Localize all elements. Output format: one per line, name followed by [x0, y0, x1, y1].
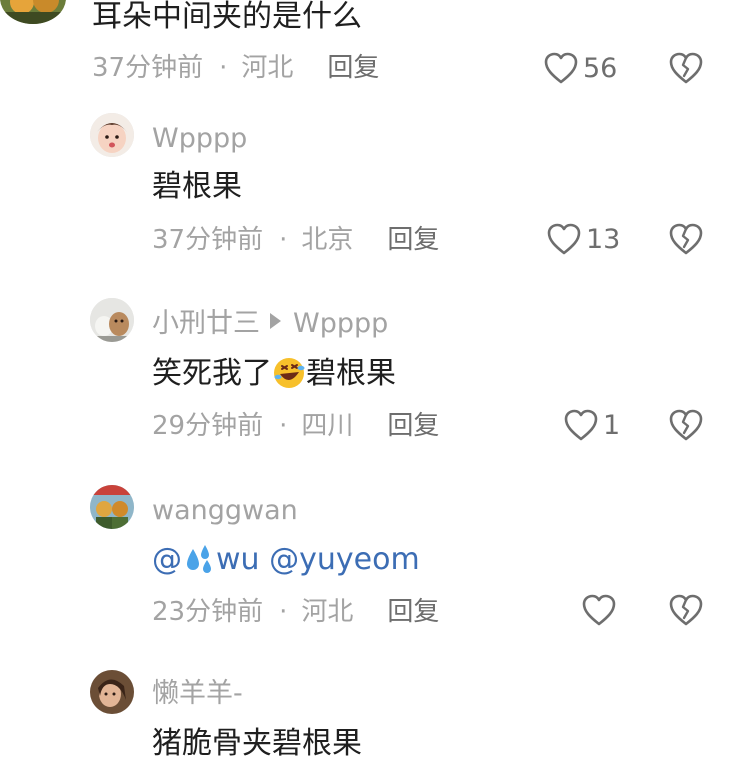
- comment-time: 23分钟前: [152, 597, 264, 627]
- avatar[interactable]: [90, 485, 134, 529]
- like-button[interactable]: 1: [563, 408, 620, 442]
- comment-meta: 23分钟前 · 河北 回复: [152, 599, 439, 625]
- comment-meta: 37分钟前 · 河北 回复: [92, 55, 379, 81]
- comment-text: @ wu @yuyeom: [152, 543, 420, 575]
- reply-button[interactable]: 回复: [387, 411, 439, 441]
- reply-arrow-icon: [270, 313, 281, 329]
- like-button[interactable]: 56: [543, 51, 617, 85]
- reply-button[interactable]: 回复: [387, 225, 439, 255]
- comment-meta: 29分钟前 · 四川 回复: [152, 413, 439, 439]
- like-count: 13: [586, 223, 621, 255]
- mention-prefix: @: [152, 542, 182, 577]
- avatar[interactable]: [90, 298, 134, 342]
- comment-time: 37分钟前: [92, 53, 204, 83]
- heart-icon: [582, 594, 616, 626]
- like-button[interactable]: [581, 593, 621, 627]
- avatar[interactable]: [90, 670, 134, 714]
- comment-meta: 37分钟前 · 北京 回复: [152, 227, 439, 253]
- comment-location: 河北: [301, 597, 354, 627]
- comment-list: 耳朵中间夹的是什么 37分钟前 · 河北 回复 56 Wpppp 碧根果 37分钟前 ·…: [0, 0, 736, 761]
- sweat-droplets-emoji: [187, 545, 211, 573]
- separator: ·: [279, 225, 288, 255]
- reply-to-username[interactable]: Wpppp: [293, 308, 388, 339]
- mention[interactable]: @yuyeom: [269, 542, 420, 577]
- avatar[interactable]: [90, 113, 134, 157]
- separator: ·: [279, 597, 288, 627]
- comment-username-label[interactable]: 小刑廿三: [152, 308, 260, 339]
- like-count: 1: [603, 409, 621, 441]
- comment-username[interactable]: wanggwan: [152, 497, 298, 524]
- like-button[interactable]: 13: [546, 222, 620, 256]
- separator: ·: [279, 411, 288, 441]
- comment-location: 四川: [301, 411, 354, 441]
- like-count: 56: [583, 52, 618, 84]
- comment-text: 猪脆骨夹碧根果: [152, 726, 362, 761]
- comment-text: 碧根果: [152, 169, 242, 204]
- broken-heart-icon[interactable]: [668, 51, 704, 85]
- mention[interactable]: @ wu: [152, 542, 260, 577]
- comment-text: 耳朵中间夹的是什么: [92, 0, 362, 34]
- comment-username: 小刑廿三 Wpppp: [152, 310, 388, 337]
- heart-icon: [564, 409, 598, 441]
- comment-username[interactable]: 懒羊羊-: [152, 680, 243, 707]
- separator: ·: [219, 53, 228, 83]
- comment-location: 北京: [301, 225, 354, 255]
- comment-location: 河北: [241, 53, 294, 83]
- rolling-laughing-emoji: [274, 358, 305, 388]
- comment-time: 37分钟前: [152, 225, 264, 255]
- avatar[interactable]: [0, 0, 66, 24]
- broken-heart-icon[interactable]: [668, 222, 704, 256]
- comment-text: 笑死我了 碧根果: [152, 357, 396, 389]
- heart-icon: [544, 52, 578, 84]
- reply-button[interactable]: 回复: [327, 53, 379, 83]
- reply-button[interactable]: 回复: [387, 597, 439, 627]
- comment-text-after: 碧根果: [306, 356, 396, 391]
- broken-heart-icon[interactable]: [668, 408, 704, 442]
- heart-icon: [547, 223, 581, 255]
- mention-name: wu: [216, 542, 260, 577]
- comment-text-before: 笑死我了: [152, 356, 272, 391]
- broken-heart-icon[interactable]: [668, 593, 704, 627]
- comment-time: 29分钟前: [152, 411, 264, 441]
- comment-username[interactable]: Wpppp: [152, 125, 247, 152]
